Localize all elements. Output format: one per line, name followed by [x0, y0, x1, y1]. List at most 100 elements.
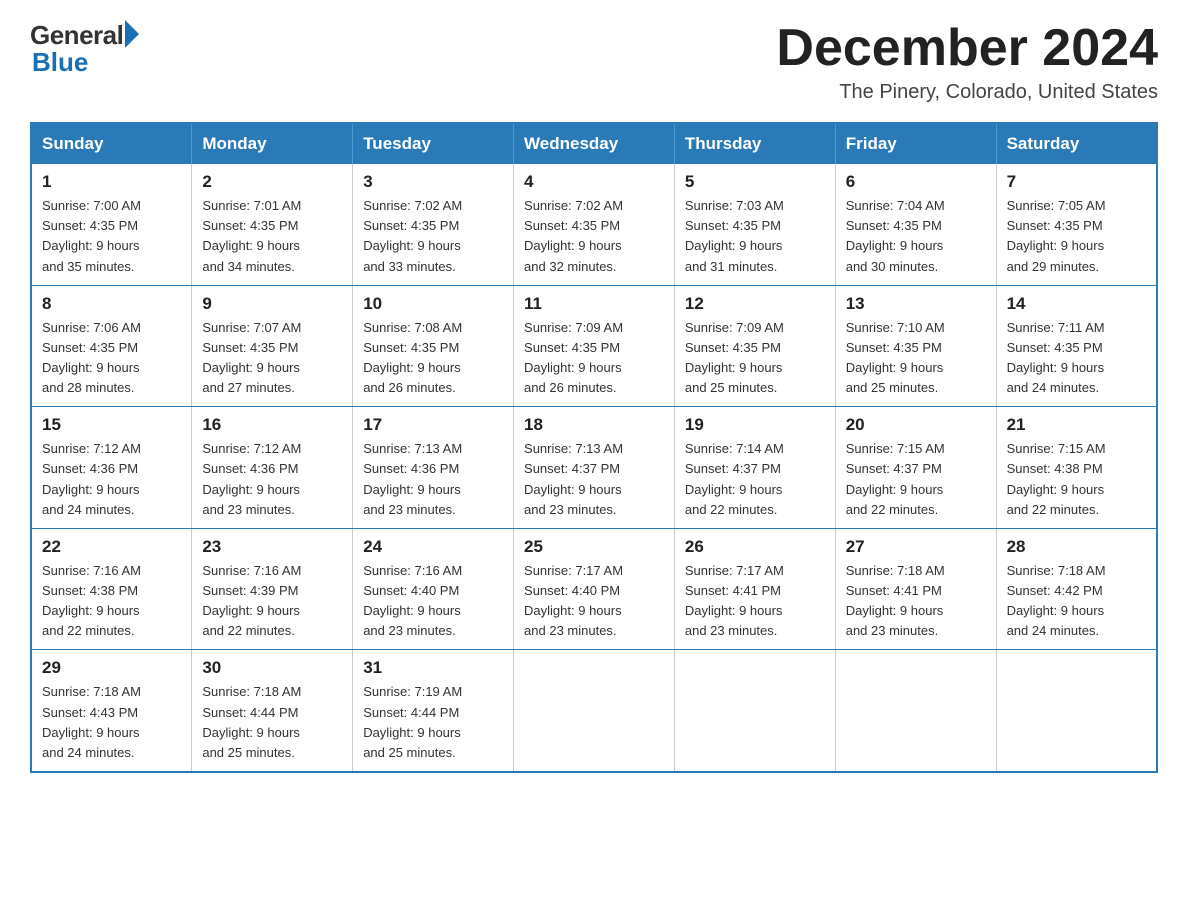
calendar-day-cell: 18 Sunrise: 7:13 AM Sunset: 4:37 PM Dayl…	[514, 407, 675, 529]
calendar-day-cell: 8 Sunrise: 7:06 AM Sunset: 4:35 PM Dayli…	[31, 285, 192, 407]
calendar-day-cell: 22 Sunrise: 7:16 AM Sunset: 4:38 PM Dayl…	[31, 528, 192, 650]
calendar-week-row: 8 Sunrise: 7:06 AM Sunset: 4:35 PM Dayli…	[31, 285, 1157, 407]
calendar-table: SundayMondayTuesdayWednesdayThursdayFrid…	[30, 122, 1158, 773]
day-number: 28	[1007, 537, 1146, 557]
day-number: 25	[524, 537, 664, 557]
day-number: 29	[42, 658, 181, 678]
calendar-day-cell: 6 Sunrise: 7:04 AM Sunset: 4:35 PM Dayli…	[835, 164, 996, 285]
day-number: 3	[363, 172, 503, 192]
day-number: 8	[42, 294, 181, 314]
day-info: Sunrise: 7:17 AM Sunset: 4:40 PM Dayligh…	[524, 561, 664, 642]
weekday-header-monday: Monday	[192, 123, 353, 164]
title-section: December 2024 The Pinery, Colorado, Unit…	[776, 20, 1158, 104]
calendar-day-cell: 10 Sunrise: 7:08 AM Sunset: 4:35 PM Dayl…	[353, 285, 514, 407]
calendar-day-cell: 2 Sunrise: 7:01 AM Sunset: 4:35 PM Dayli…	[192, 164, 353, 285]
calendar-day-cell: 31 Sunrise: 7:19 AM Sunset: 4:44 PM Dayl…	[353, 650, 514, 772]
day-number: 12	[685, 294, 825, 314]
calendar-day-cell: 15 Sunrise: 7:12 AM Sunset: 4:36 PM Dayl…	[31, 407, 192, 529]
day-number: 16	[202, 415, 342, 435]
day-number: 22	[42, 537, 181, 557]
day-info: Sunrise: 7:15 AM Sunset: 4:37 PM Dayligh…	[846, 439, 986, 520]
calendar-day-cell	[996, 650, 1157, 772]
day-info: Sunrise: 7:02 AM Sunset: 4:35 PM Dayligh…	[524, 196, 664, 277]
calendar-day-cell	[835, 650, 996, 772]
calendar-day-cell: 13 Sunrise: 7:10 AM Sunset: 4:35 PM Dayl…	[835, 285, 996, 407]
day-number: 27	[846, 537, 986, 557]
calendar-day-cell: 7 Sunrise: 7:05 AM Sunset: 4:35 PM Dayli…	[996, 164, 1157, 285]
calendar-week-row: 15 Sunrise: 7:12 AM Sunset: 4:36 PM Dayl…	[31, 407, 1157, 529]
day-info: Sunrise: 7:16 AM Sunset: 4:40 PM Dayligh…	[363, 561, 503, 642]
calendar-day-cell: 30 Sunrise: 7:18 AM Sunset: 4:44 PM Dayl…	[192, 650, 353, 772]
day-number: 9	[202, 294, 342, 314]
day-info: Sunrise: 7:18 AM Sunset: 4:42 PM Dayligh…	[1007, 561, 1146, 642]
day-number: 24	[363, 537, 503, 557]
day-info: Sunrise: 7:19 AM Sunset: 4:44 PM Dayligh…	[363, 682, 503, 763]
day-info: Sunrise: 7:10 AM Sunset: 4:35 PM Dayligh…	[846, 318, 986, 399]
calendar-day-cell: 12 Sunrise: 7:09 AM Sunset: 4:35 PM Dayl…	[674, 285, 835, 407]
calendar-day-cell: 29 Sunrise: 7:18 AM Sunset: 4:43 PM Dayl…	[31, 650, 192, 772]
calendar-day-cell: 28 Sunrise: 7:18 AM Sunset: 4:42 PM Dayl…	[996, 528, 1157, 650]
day-number: 7	[1007, 172, 1146, 192]
day-number: 19	[685, 415, 825, 435]
month-title: December 2024	[776, 20, 1158, 77]
day-info: Sunrise: 7:14 AM Sunset: 4:37 PM Dayligh…	[685, 439, 825, 520]
calendar-day-cell: 9 Sunrise: 7:07 AM Sunset: 4:35 PM Dayli…	[192, 285, 353, 407]
day-number: 10	[363, 294, 503, 314]
calendar-day-cell	[674, 650, 835, 772]
day-info: Sunrise: 7:18 AM Sunset: 4:41 PM Dayligh…	[846, 561, 986, 642]
calendar-day-cell: 14 Sunrise: 7:11 AM Sunset: 4:35 PM Dayl…	[996, 285, 1157, 407]
day-info: Sunrise: 7:12 AM Sunset: 4:36 PM Dayligh…	[202, 439, 342, 520]
calendar-week-row: 22 Sunrise: 7:16 AM Sunset: 4:38 PM Dayl…	[31, 528, 1157, 650]
day-info: Sunrise: 7:12 AM Sunset: 4:36 PM Dayligh…	[42, 439, 181, 520]
day-number: 17	[363, 415, 503, 435]
day-info: Sunrise: 7:09 AM Sunset: 4:35 PM Dayligh…	[685, 318, 825, 399]
day-number: 26	[685, 537, 825, 557]
day-number: 21	[1007, 415, 1146, 435]
logo-arrow-icon	[125, 20, 139, 48]
calendar-day-cell: 17 Sunrise: 7:13 AM Sunset: 4:36 PM Dayl…	[353, 407, 514, 529]
day-number: 5	[685, 172, 825, 192]
day-number: 13	[846, 294, 986, 314]
calendar-day-cell: 25 Sunrise: 7:17 AM Sunset: 4:40 PM Dayl…	[514, 528, 675, 650]
day-number: 30	[202, 658, 342, 678]
calendar-day-cell: 1 Sunrise: 7:00 AM Sunset: 4:35 PM Dayli…	[31, 164, 192, 285]
day-number: 18	[524, 415, 664, 435]
calendar-week-row: 29 Sunrise: 7:18 AM Sunset: 4:43 PM Dayl…	[31, 650, 1157, 772]
day-number: 23	[202, 537, 342, 557]
weekday-header-sunday: Sunday	[31, 123, 192, 164]
day-info: Sunrise: 7:13 AM Sunset: 4:37 PM Dayligh…	[524, 439, 664, 520]
day-info: Sunrise: 7:18 AM Sunset: 4:43 PM Dayligh…	[42, 682, 181, 763]
calendar-day-cell: 20 Sunrise: 7:15 AM Sunset: 4:37 PM Dayl…	[835, 407, 996, 529]
day-info: Sunrise: 7:02 AM Sunset: 4:35 PM Dayligh…	[363, 196, 503, 277]
day-number: 4	[524, 172, 664, 192]
calendar-week-row: 1 Sunrise: 7:00 AM Sunset: 4:35 PM Dayli…	[31, 164, 1157, 285]
day-info: Sunrise: 7:16 AM Sunset: 4:39 PM Dayligh…	[202, 561, 342, 642]
day-info: Sunrise: 7:11 AM Sunset: 4:35 PM Dayligh…	[1007, 318, 1146, 399]
day-info: Sunrise: 7:05 AM Sunset: 4:35 PM Dayligh…	[1007, 196, 1146, 277]
location-subtitle: The Pinery, Colorado, United States	[776, 81, 1158, 104]
page-header: General Blue December 2024 The Pinery, C…	[30, 20, 1158, 104]
calendar-day-cell: 16 Sunrise: 7:12 AM Sunset: 4:36 PM Dayl…	[192, 407, 353, 529]
calendar-day-cell: 5 Sunrise: 7:03 AM Sunset: 4:35 PM Dayli…	[674, 164, 835, 285]
logo-text-blue: Blue	[32, 47, 88, 78]
calendar-day-cell: 4 Sunrise: 7:02 AM Sunset: 4:35 PM Dayli…	[514, 164, 675, 285]
weekday-header-saturday: Saturday	[996, 123, 1157, 164]
weekday-header-tuesday: Tuesday	[353, 123, 514, 164]
day-info: Sunrise: 7:09 AM Sunset: 4:35 PM Dayligh…	[524, 318, 664, 399]
calendar-day-cell: 11 Sunrise: 7:09 AM Sunset: 4:35 PM Dayl…	[514, 285, 675, 407]
day-info: Sunrise: 7:13 AM Sunset: 4:36 PM Dayligh…	[363, 439, 503, 520]
calendar-day-cell: 27 Sunrise: 7:18 AM Sunset: 4:41 PM Dayl…	[835, 528, 996, 650]
day-info: Sunrise: 7:04 AM Sunset: 4:35 PM Dayligh…	[846, 196, 986, 277]
day-info: Sunrise: 7:00 AM Sunset: 4:35 PM Dayligh…	[42, 196, 181, 277]
calendar-day-cell	[514, 650, 675, 772]
day-number: 14	[1007, 294, 1146, 314]
day-number: 31	[363, 658, 503, 678]
day-info: Sunrise: 7:18 AM Sunset: 4:44 PM Dayligh…	[202, 682, 342, 763]
weekday-header-friday: Friday	[835, 123, 996, 164]
day-info: Sunrise: 7:03 AM Sunset: 4:35 PM Dayligh…	[685, 196, 825, 277]
calendar-day-cell: 3 Sunrise: 7:02 AM Sunset: 4:35 PM Dayli…	[353, 164, 514, 285]
calendar-day-cell: 23 Sunrise: 7:16 AM Sunset: 4:39 PM Dayl…	[192, 528, 353, 650]
logo: General Blue	[30, 20, 139, 78]
weekday-header-row: SundayMondayTuesdayWednesdayThursdayFrid…	[31, 123, 1157, 164]
calendar-day-cell: 21 Sunrise: 7:15 AM Sunset: 4:38 PM Dayl…	[996, 407, 1157, 529]
